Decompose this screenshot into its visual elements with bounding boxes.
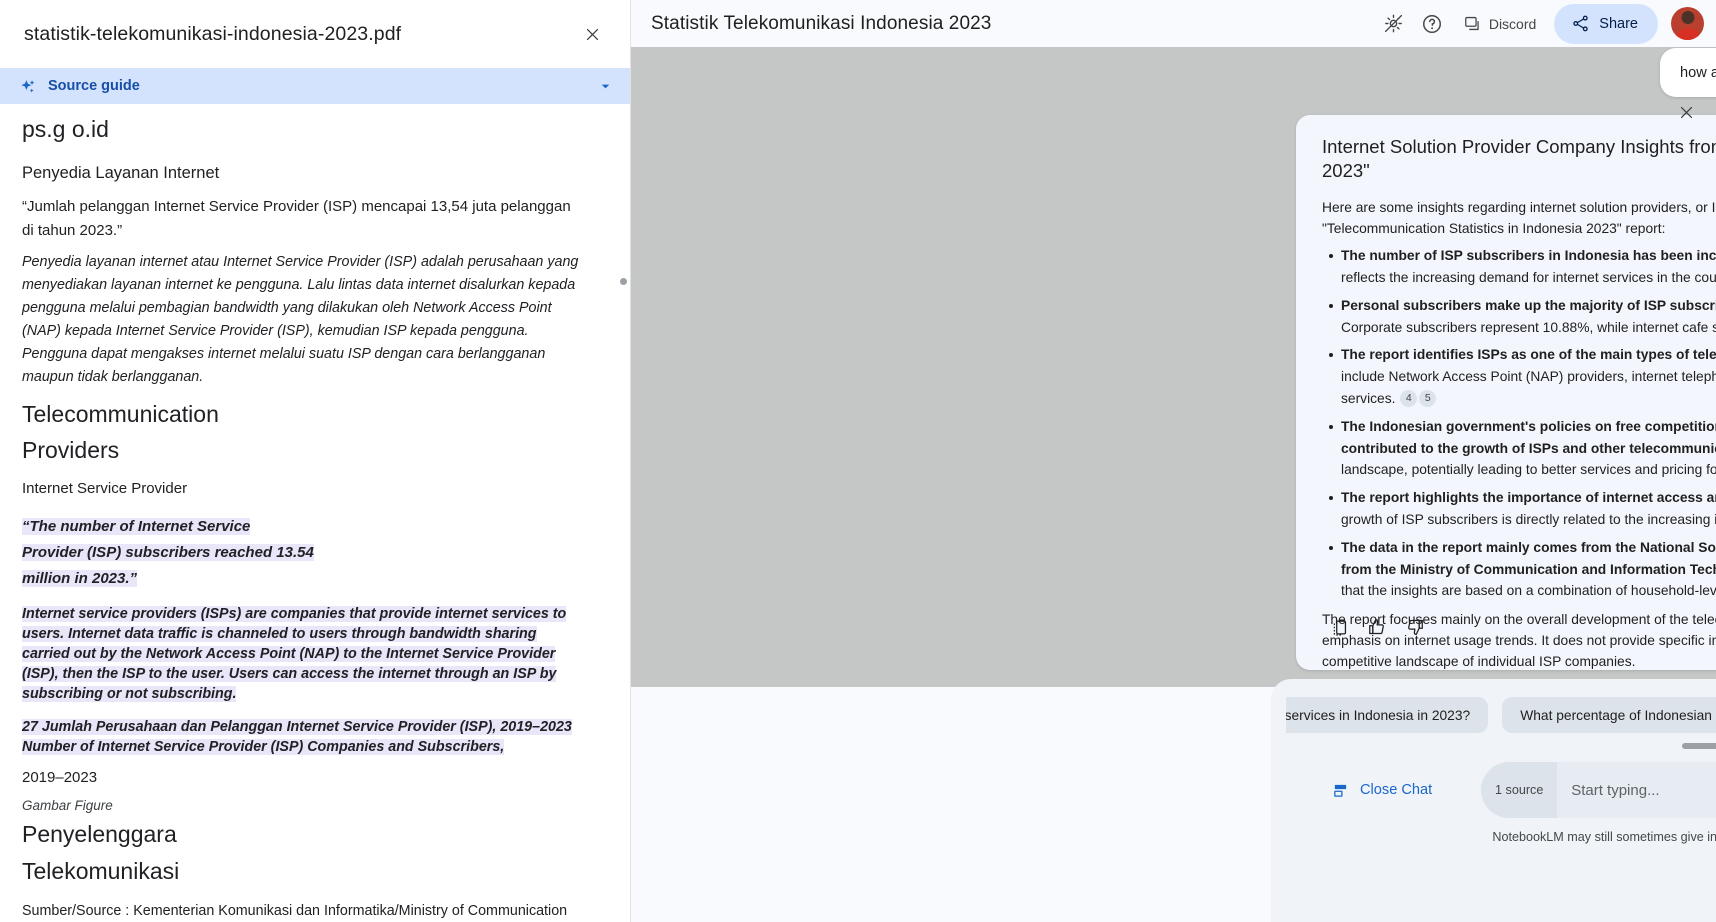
close-icon xyxy=(1680,106,1692,118)
disclaimer-text: NotebookLM may still sometimes give inac… xyxy=(1492,830,1716,844)
answer-bullet-item: Personal subscribers make up the majorit… xyxy=(1329,295,1716,339)
doc-figure-caption-highlighted: 27 Jumlah Perusahaan dan Pelanggan Inter… xyxy=(22,717,583,757)
close-source-button[interactable] xyxy=(575,17,609,51)
answer-bullet-item: The data in the report mainly comes from… xyxy=(1329,537,1716,602)
answer-bullet-headline: The data in the report mainly comes from… xyxy=(1341,539,1716,577)
discord-label: Discord xyxy=(1488,15,1537,32)
discord-button[interactable]: Discord xyxy=(1451,6,1548,42)
close-conversation-button[interactable] xyxy=(1670,96,1702,128)
doc-quote-en-line1: “The number of Internet Service xyxy=(22,517,251,535)
share-label: Share xyxy=(1599,15,1638,32)
doc-paragraph-en-text: Internet service providers (ISPs) are co… xyxy=(22,606,567,703)
answer-action-bar: Save to note xyxy=(1322,610,1716,644)
user-avatar[interactable] xyxy=(1671,7,1704,40)
source-guide-bar[interactable]: Source guide xyxy=(0,68,631,104)
citation-chip[interactable]: 5 xyxy=(1419,389,1437,407)
help-button[interactable] xyxy=(1413,5,1451,43)
thumbs-down-icon xyxy=(1408,619,1423,635)
document-title: statistik-telekomunikasi-indonesia-2023.… xyxy=(24,22,402,45)
composer-panel: providing telecommunications services in… xyxy=(1271,679,1716,922)
answer-bullet-item: The Indonesian government's policies on … xyxy=(1329,416,1716,481)
user-message-text: how about internet solution provider com… xyxy=(1680,64,1716,81)
copy-button[interactable] xyxy=(1322,610,1356,644)
document-content: ps.g o.id Penyedia Layanan Internet “Jum… xyxy=(0,104,631,922)
theme-toggle-button[interactable] xyxy=(1375,5,1413,43)
answer-bullet-list: The number of ISP subscribers in Indones… xyxy=(1322,245,1716,602)
doc-heading-telecommunication: Telecommunication xyxy=(22,400,219,427)
doc-source-note: Sumber/Source : Kementerian Komunikasi d… xyxy=(22,902,568,919)
thumbs-up-button[interactable] xyxy=(1360,610,1394,644)
composer-row: Close Chat 1 source Start typing... xyxy=(1271,759,1716,821)
discord-icon xyxy=(1464,16,1479,31)
close-chat-button[interactable]: Close Chat xyxy=(1332,770,1432,810)
doc-partial-url: ps.g o.id xyxy=(22,116,109,142)
answer-bullet-headline: The report identifies ISPs as one of the… xyxy=(1341,347,1716,363)
doc-quote-en-line3: million in 2023.” xyxy=(22,570,138,588)
chevron-down-icon[interactable] xyxy=(598,79,613,94)
answer-bullet-item: The number of ISP subscribers in Indones… xyxy=(1329,245,1716,289)
help-circle-icon xyxy=(1422,14,1441,33)
doc-heading-penyedia: Penyedia Layanan Internet xyxy=(22,163,220,182)
doc-figure-caption-line1: 27 Jumlah Perusahaan dan Pelanggan Inter… xyxy=(22,719,572,736)
source-document-panel: statistik-telekomunikasi-indonesia-2023.… xyxy=(0,0,631,922)
document-header: statistik-telekomunikasi-indonesia-2023.… xyxy=(0,0,631,68)
notebook-panel: Statistik Telekomunikasi Indonesia 2023 xyxy=(631,0,1716,922)
answer-bullet-headline: The number of ISP subscribers in Indones… xyxy=(1341,248,1716,264)
answer-bullet-headline: The Indonesian government's policies on … xyxy=(1341,418,1716,456)
answer-bullet-item: The report highlights the importance of … xyxy=(1329,487,1716,531)
answer-bullet-detail: Corporate subscribers represent 10.88%, … xyxy=(1341,319,1716,335)
answer-intro: Here are some insights regarding interne… xyxy=(1322,199,1716,236)
source-guide-label: Source guide xyxy=(48,78,140,94)
answer-bullet-headline: The report highlights the importance of … xyxy=(1341,490,1716,506)
brightness-icon xyxy=(1385,14,1403,33)
close-chat-label: Close Chat xyxy=(1360,782,1433,798)
notebook-header: Statistik Telekomunikasi Indonesia 2023 xyxy=(631,0,1716,47)
share-button[interactable]: Share xyxy=(1554,3,1658,44)
answer-title: Internet Solution Provider Company Insig… xyxy=(1322,136,1716,182)
close-chat-icon xyxy=(1334,784,1347,797)
query-box: 1 source xyxy=(1481,762,1716,818)
suggested-question-chip[interactable]: What percentage of Indonesian households… xyxy=(1502,697,1716,733)
doc-subheading-isp: Internet Service Provider xyxy=(22,479,188,497)
app-root: statistik-telekomunikasi-indonesia-2023.… xyxy=(0,0,1716,922)
doc-figure-years: 2019–2023 xyxy=(22,769,98,787)
sparkle-icon xyxy=(20,78,37,95)
suggested-questions-row: providing telecommunications services in… xyxy=(1286,697,1716,733)
thumbs-down-button[interactable] xyxy=(1398,610,1432,644)
notebook-title: Statistik Telekomunikasi Indonesia 2023 xyxy=(651,12,992,34)
doc-quote-english-highlighted: “The number of Internet Service Provider… xyxy=(22,514,583,592)
close-icon xyxy=(586,28,598,40)
doc-quote-indonesian: “Jumlah pelanggan Internet Service Provi… xyxy=(22,197,571,239)
share-icon xyxy=(1573,15,1589,32)
doc-paragraph-indonesian: Penyedia layanan internet atau Internet … xyxy=(22,253,579,386)
doc-heading-telekomunikasi: Telekomunikasi xyxy=(22,857,180,884)
thumbs-up-icon xyxy=(1369,619,1384,635)
suggested-question-chip[interactable]: providing telecommunications services in… xyxy=(1286,697,1489,733)
suggestions-scrollbar[interactable] xyxy=(1682,743,1716,749)
answer-bullet-headline: Personal subscribers make up the majorit… xyxy=(1341,297,1716,313)
doc-quote-en-line2: Provider (ISP) subscribers reached 13.54 xyxy=(22,543,314,561)
doc-paragraph-english-highlighted: Internet service providers (ISPs) are co… xyxy=(22,604,583,704)
doc-figure-caption-line2: Number of Internet Service Provider (ISP… xyxy=(22,739,505,756)
assistant-answer-card: Internet Solution Provider Company Insig… xyxy=(1296,115,1716,670)
avatar-body xyxy=(1674,28,1701,40)
panel-divider xyxy=(630,0,631,922)
user-message-bubble: how about internet solution provider com… xyxy=(1660,48,1716,97)
doc-heading-providers: Providers xyxy=(22,436,120,463)
query-input[interactable] xyxy=(1557,762,1716,818)
doc-gambar-figure-label: Gambar Figure xyxy=(22,798,113,814)
citation-chip[interactable]: 4 xyxy=(1400,389,1418,407)
copy-icon xyxy=(1333,620,1346,636)
avatar-head xyxy=(1681,11,1694,24)
answer-bullet-item: The report identifies ISPs as one of the… xyxy=(1329,344,1716,409)
doc-heading-penyelenggara: Penyelenggara xyxy=(22,821,177,848)
source-count-badge[interactable]: 1 source xyxy=(1481,762,1558,818)
panel-resize-handle[interactable] xyxy=(620,278,627,285)
